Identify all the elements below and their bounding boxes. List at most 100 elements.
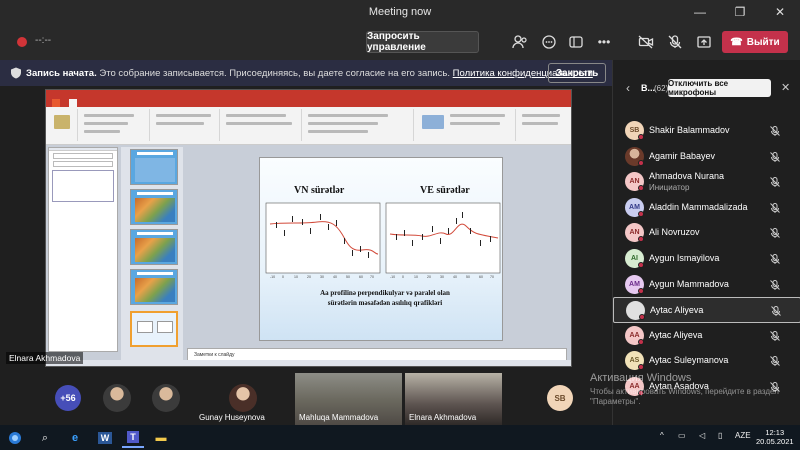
participant-item[interactable]: Agamir Babayev	[613, 144, 800, 170]
leave-label: Выйти	[746, 36, 780, 48]
window-controls: — ❐ ✕	[680, 0, 800, 24]
windows-taskbar: ⌕ e W T ▬ ^ ▭ ◁ ▯ AZE 12:13 20.05.2021	[0, 425, 800, 450]
mic-muted-icon	[769, 329, 781, 341]
title-bar: Meeting now — ❐ ✕	[0, 0, 800, 24]
slide-thumbnail-active	[130, 311, 178, 347]
search-icon[interactable]: ⌕	[34, 428, 56, 448]
presence-dot-icon	[638, 364, 644, 371]
svg-text:20: 20	[307, 275, 311, 279]
presenter-name: Elnara Akhmadova	[6, 352, 84, 364]
edge-icon[interactable]: e	[64, 428, 86, 448]
svg-text:40: 40	[453, 275, 457, 279]
tile-elnara-video[interactable]: Elnara Akhmadova	[405, 373, 502, 425]
svg-text:10: 10	[294, 275, 298, 279]
ribbon-group	[518, 109, 568, 141]
word-icon[interactable]: W	[94, 428, 116, 448]
more-actions-icon[interactable]: •••	[595, 33, 613, 51]
participants-header: ‹ В... (62) Отключить все микрофоны ✕	[613, 78, 800, 98]
participant-item[interactable]: SB Shakir Balammadov	[613, 118, 800, 144]
mic-off-icon[interactable]	[666, 33, 684, 51]
participant-photo	[103, 384, 131, 412]
shield-icon	[11, 67, 21, 79]
banner-message: Это собрание записывается. Присоединяясь…	[96, 68, 453, 79]
volume-icon[interactable]: ◁	[699, 431, 705, 440]
chat-icon[interactable]	[540, 33, 558, 51]
participants-count: (62)	[654, 84, 669, 93]
participant-photo	[152, 384, 180, 412]
presence-dot-icon	[638, 185, 644, 192]
ribbon-group	[304, 109, 414, 141]
svg-text:10: 10	[414, 275, 418, 279]
participant-item[interactable]: AI Aygun Ismayilova	[613, 246, 800, 272]
tray-chevron-icon[interactable]: ^	[660, 431, 664, 440]
restore-icon[interactable]: ❐	[720, 0, 760, 24]
taskbar-clock[interactable]: 12:13 20.05.2021	[756, 428, 794, 446]
close-panel-icon[interactable]: ✕	[781, 81, 790, 94]
ppt-ribbon	[46, 107, 571, 145]
svg-text:70: 70	[490, 275, 494, 279]
participant-name: Aytac Suleymanova	[649, 355, 729, 366]
ribbon-group	[48, 109, 78, 141]
recording-banner: Запись начата. Это собрание записывается…	[0, 60, 612, 86]
battery-icon[interactable]: ▯	[718, 431, 722, 440]
file-explorer-icon[interactable]: ▬	[150, 428, 172, 448]
teams-icon[interactable]: T	[122, 428, 144, 448]
slide-caption: Aa profilinə perpendikulyar və paralel o…	[290, 288, 480, 308]
network-icon[interactable]: ▭	[678, 431, 686, 440]
breakout-rooms-icon[interactable]	[567, 33, 585, 51]
ppt-title-bar	[46, 90, 571, 99]
tile-sb-avatar[interactable]: SB	[547, 385, 573, 411]
participant-item[interactable]: AN Ahmadova Nurana Инициатор	[613, 169, 800, 195]
banner-close-button[interactable]: Закрыть	[548, 63, 606, 83]
participant-item[interactable]: AM Aladdin Mammadalizada	[613, 195, 800, 221]
svg-text:70: 70	[370, 275, 374, 279]
slide-title-vn: VN sürətlər	[294, 185, 345, 196]
slide-thumbnail	[130, 229, 178, 265]
slide-thumbnails	[121, 147, 183, 363]
tile-mahluqa-video[interactable]: Mahluqa Mammadova	[295, 373, 402, 425]
mic-muted-icon	[769, 175, 781, 188]
participant-name: Agamir Babayev	[649, 150, 716, 161]
ribbon-group	[416, 109, 516, 141]
close-window-icon[interactable]: ✕	[760, 0, 800, 24]
participant-role: Инициатор	[649, 183, 690, 193]
participant-name: Ahmadova Nurana	[649, 171, 725, 182]
request-control-button[interactable]: Запросить управление	[366, 31, 479, 53]
more-participants-button[interactable]: +56	[55, 385, 81, 411]
presence-dot-icon	[638, 210, 644, 217]
participant-name: Shakir Balammadov	[649, 125, 730, 135]
clear-all-button	[53, 161, 113, 167]
start-icon[interactable]	[4, 428, 26, 448]
banner-bold: Запись начата.	[26, 68, 97, 79]
input-language[interactable]: AZE	[735, 431, 751, 440]
mic-muted-icon	[769, 150, 781, 162]
ribbon-group	[80, 109, 150, 141]
participants-list: SB Shakir Balammadov Agamir Babayev AN Ahmad…	[613, 118, 800, 400]
participant-item[interactable]: AS Aytac Suleymanova	[613, 348, 800, 374]
svg-text:40: 40	[333, 275, 337, 279]
presence-dot-icon	[638, 338, 644, 345]
svg-text:60: 60	[359, 275, 363, 279]
participant-name: Ali Novruzov	[649, 227, 700, 238]
mute-all-button[interactable]: Отключить все микрофоны	[668, 79, 771, 97]
activation-watermark-sub: Чтобы активировать Windows, перейдите в …	[590, 387, 779, 406]
video-tiles: +56 Gunay Huseynova Mahluqa Mammadova El…	[0, 370, 612, 425]
participant-item[interactable]: AA Aytac Aliyeva	[613, 323, 800, 349]
svg-text:50: 50	[346, 275, 350, 279]
camera-off-icon[interactable]	[637, 33, 655, 51]
minimize-icon[interactable]: —	[680, 0, 720, 24]
tile-gunay[interactable]: Gunay Huseynova	[195, 373, 293, 425]
participant-item[interactable]: AN Ali Novruzov	[613, 220, 800, 246]
participant-item[interactable]: Aytac Aliyeva	[613, 297, 800, 323]
svg-text:60: 60	[479, 275, 483, 279]
back-icon[interactable]: ‹	[626, 81, 630, 95]
leave-button[interactable]: ☎ Выйти	[722, 31, 788, 53]
participant-name: Aytac Aliyeva	[650, 305, 704, 316]
presence-dot-icon	[638, 287, 644, 294]
share-screen-icon[interactable]	[695, 33, 713, 51]
current-slide: VN sürətlər VE sürətlər -10 0 10 20 30 4…	[259, 157, 503, 341]
participant-item[interactable]: AM Aygun Mammadova	[613, 272, 800, 298]
meeting-timer: --:--	[35, 35, 52, 46]
participants-icon[interactable]	[511, 33, 529, 51]
ppt-status-bar	[46, 360, 571, 366]
